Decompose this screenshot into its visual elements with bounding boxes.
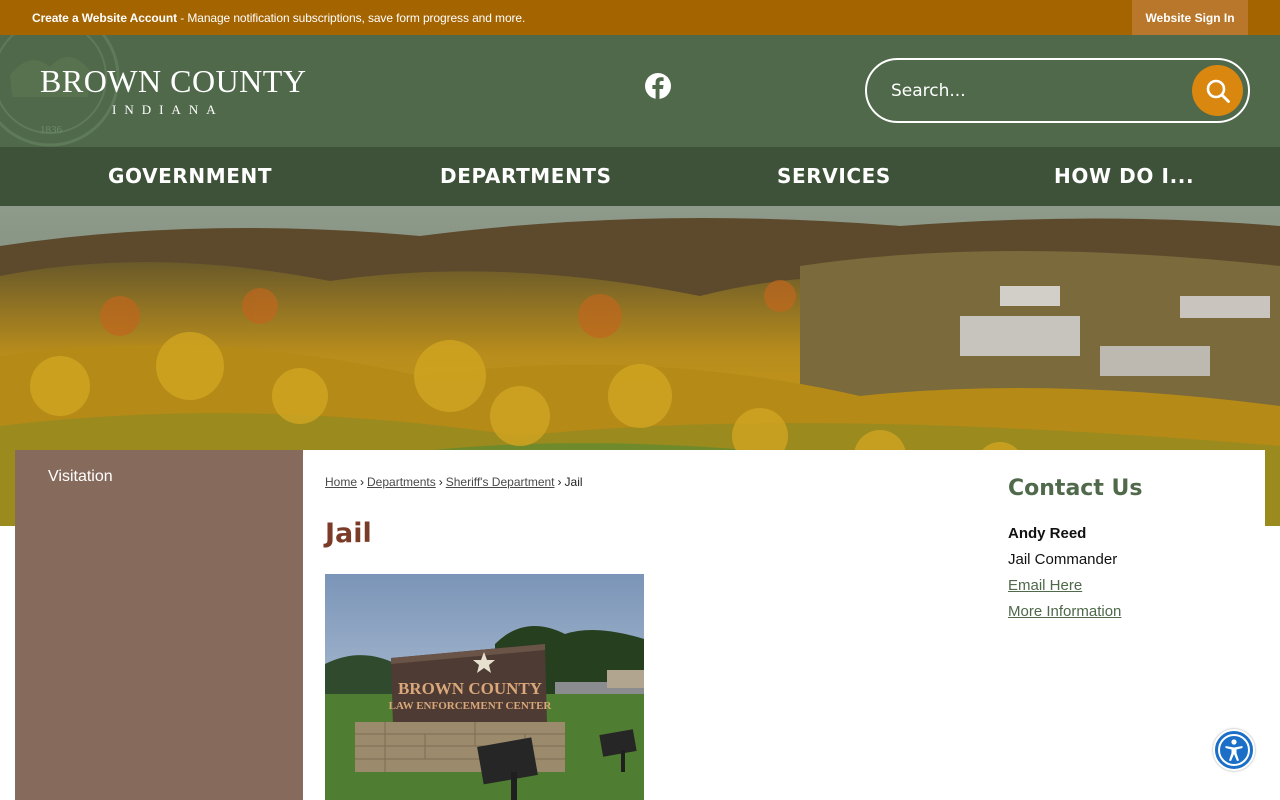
accessibility-button[interactable] [1213,729,1255,771]
nav-how-do-i[interactable]: HOW DO I... [1054,147,1194,206]
breadcrumb-separator: › [360,475,365,489]
more-information-link[interactable]: More Information [1008,603,1248,620]
nav-departments[interactable]: DEPARTMENTS [440,147,612,206]
main-content: Home › Departments › Sheriff's Department › Ja… [303,450,1265,800]
breadcrumb-departments[interactable]: Departments [367,475,436,489]
notification-message[interactable]: Create a Website Account - Manage notifi… [32,11,525,25]
sign-photo: BROWN COUNTY LAW ENFORCEMENT CENTER [325,574,644,800]
email-link[interactable]: Email Here [1008,577,1248,594]
breadcrumb-separator: › [438,475,443,489]
contact-name: Andy Reed [1008,525,1087,542]
notification-text: - Manage notification subscriptions, sav… [176,11,526,25]
accessibility-icon [1218,734,1250,766]
website-sign-in-button[interactable]: Website Sign In [1132,0,1248,35]
sign-line2: LAW ENFORCEMENT CENTER [389,700,553,712]
site-logo-subtitle[interactable]: INDIANA [112,102,224,118]
search-box [865,58,1250,123]
contact-role: Jail Commander [1008,551,1118,568]
breadcrumb: Home › Departments › Sheriff's Department › Ja… [325,475,583,489]
breadcrumb-home[interactable]: Home [325,475,357,489]
nav-services[interactable]: SERVICES [777,147,891,206]
main-navigation: GOVERNMENT DEPARTMENTS SERVICES HOW DO I… [0,147,1280,206]
site-header: 1836 BROWN COUNTY INDIANA [0,35,1280,147]
notification-bar: Create a Website Account - Manage notifi… [0,0,1280,35]
create-account-link[interactable]: Create a Website Account [32,11,177,25]
seal-year: 1836 [40,124,63,136]
search-button[interactable] [1192,65,1243,116]
search-icon [1206,79,1230,103]
facebook-icon[interactable] [645,73,671,99]
sign-line1: BROWN COUNTY [398,679,542,698]
contact-heading: Contact Us [1008,476,1143,501]
search-input[interactable] [891,74,1181,108]
contact-us-box: Contact Us Andy Reed Jail Commander Emai… [1008,476,1248,620]
nav-government[interactable]: GOVERNMENT [108,147,272,206]
sidebar-item-visitation[interactable]: Visitation [48,468,113,486]
page-title: Jail [325,518,372,549]
breadcrumb-current: Jail [564,475,583,489]
breadcrumb-sheriffs-department[interactable]: Sheriff's Department [446,475,555,489]
sidebar-menu: Visitation [15,450,303,800]
law-enforcement-center-photo: BROWN COUNTY LAW ENFORCEMENT CENTER [325,574,644,800]
breadcrumb-separator: › [557,475,562,489]
site-logo-title[interactable]: BROWN COUNTY [40,63,306,100]
